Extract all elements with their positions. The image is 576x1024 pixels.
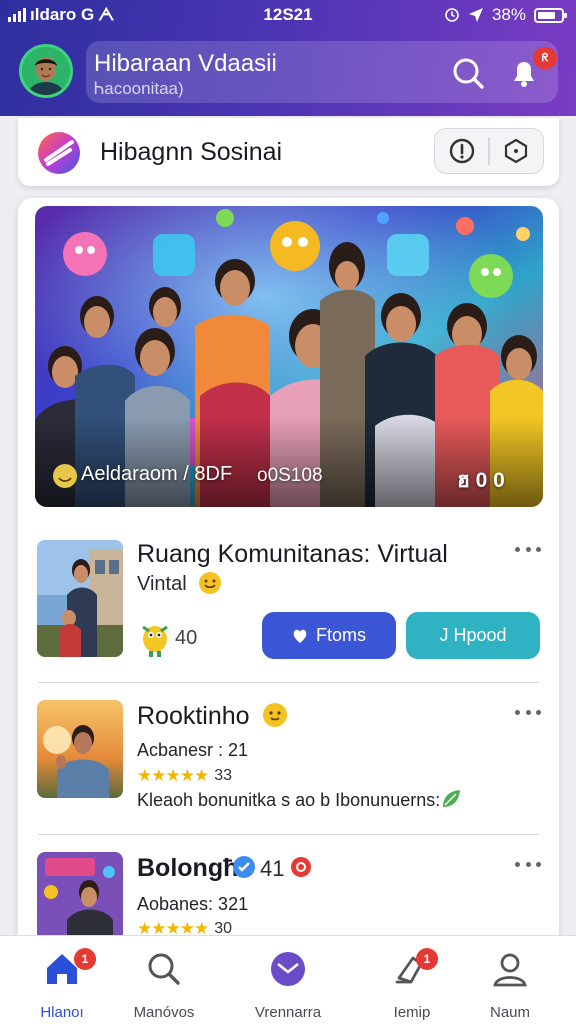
post-count: 41 (260, 856, 285, 881)
post-author: Acbanesr : 21 (137, 740, 249, 760)
feed-card: Aeldaraom / 8DF o0S108 ฮ 0 0 Ruang Komun… (18, 198, 559, 958)
star-rating-icon: ★★★★★ (137, 766, 209, 785)
section-title: Hibagnn Sosinai (100, 138, 283, 166)
status-bar: ıldaro G ᗅ 12S21 38% (0, 0, 576, 30)
rating: ★★★★★ 33 (137, 766, 232, 786)
notification-badge: ᖇ (533, 47, 557, 69)
nav-item-notifications[interactable]: 1 Iemip (362, 948, 462, 1021)
post-divider (38, 834, 539, 835)
nav-item-search[interactable]: Manóvos (114, 948, 214, 1021)
record-icon (291, 857, 311, 877)
primary-action-label: Ftoms (315, 625, 366, 645)
hero-middle-text: o0S108 (257, 465, 323, 486)
more-options-button[interactable] (515, 547, 541, 555)
nav-item-home[interactable]: 1 Hlanoı (12, 948, 112, 1021)
post-thumbnail-image (37, 540, 123, 657)
battery-percent: 38% (491, 5, 526, 24)
section-actions (434, 128, 544, 174)
hero-caption: Aeldaraom / 8DF (81, 463, 233, 485)
location-arrow-icon (468, 8, 483, 22)
post-thumbnail[interactable] (37, 540, 123, 657)
nav-label: Vrennarra (254, 1004, 322, 1021)
primary-action-button[interactable]: Ftoms (262, 612, 396, 659)
header-panel: Hibaraan Vdaasii Ꮒacoonitaa) ᖇ (86, 41, 558, 103)
settings-button[interactable] (490, 129, 543, 173)
rating-count: 33 (214, 767, 232, 784)
section-bar: Hibagnn Sosinai (18, 118, 559, 186)
post-subtitle: Vintal (137, 573, 187, 595)
app-header: ıldaro G ᗅ 12S21 38% Hibaraan Vdaasii Ꮒa… (0, 0, 576, 116)
verified-badge-icon (233, 856, 255, 878)
post-divider (38, 682, 539, 683)
post-thumbnail[interactable] (37, 700, 123, 798)
more-options-button[interactable] (515, 710, 541, 718)
post-title[interactable]: Bolongħ (137, 854, 238, 883)
hero-image[interactable]: Aeldaraom / 8DF o0S108 ฮ 0 0 (35, 206, 543, 507)
hexagon-settings-icon (505, 138, 528, 164)
avatar-face (22, 47, 70, 95)
app-logo-icon (38, 132, 80, 174)
status-right: 38% (444, 5, 567, 25)
search-icon (148, 953, 180, 985)
post-count: 40 (175, 627, 198, 649)
secondary-action-button[interactable]: J Hpood (406, 612, 540, 659)
post-title[interactable]: Ruang Komunitanas: Virtual (137, 540, 448, 569)
info-icon (449, 138, 474, 164)
info-button[interactable] (435, 129, 488, 173)
smile-emoji-icon (199, 572, 221, 594)
nav-label: Naum (489, 1004, 530, 1021)
post-thumbnail-image (37, 700, 123, 798)
header-title: Hibaraan Vdaasii (94, 50, 277, 77)
secondary-action-label: J Hpood (439, 625, 507, 645)
nav-label: Manóvos (133, 1004, 195, 1021)
post-thumbnail-image (37, 852, 123, 942)
battery-icon (534, 7, 567, 23)
nav-item-messages[interactable]: Vrennarra (238, 948, 338, 1021)
post-thumbnail[interactable] (37, 852, 123, 942)
post-description: Kleaoh bonunitka s ao b Ibonunuerns: (137, 790, 441, 810)
nav-label: Hlanoı (40, 1004, 84, 1021)
nav-badge: 1 (416, 948, 438, 970)
header-subtitle: Ꮒacoonitaa) (94, 79, 184, 98)
mascot-icon (142, 625, 168, 657)
hero-right-text: ฮ 0 0 (457, 469, 505, 492)
more-options-button[interactable] (515, 862, 541, 870)
post-title[interactable]: Rooktinho (137, 702, 250, 731)
search-icon[interactable] (450, 55, 486, 91)
bottom-nav: 1 Hlanoı Manóvos Vrennarra 1 Iemip Naum (0, 935, 576, 1024)
avatar[interactable] (19, 44, 73, 98)
profile-icon (493, 953, 527, 987)
post-author: Aobanes: 321 (137, 894, 249, 914)
nav-item-profile[interactable]: Naum (460, 948, 560, 1021)
smile-emoji-icon (263, 703, 287, 727)
hero-illustration (35, 206, 543, 507)
heart-icon (293, 629, 307, 643)
nav-label: Iemip (393, 1004, 431, 1021)
leaf-icon (443, 790, 460, 807)
mail-icon (271, 952, 305, 986)
nav-badge: 1 (74, 948, 96, 970)
alarm-icon (445, 8, 459, 22)
